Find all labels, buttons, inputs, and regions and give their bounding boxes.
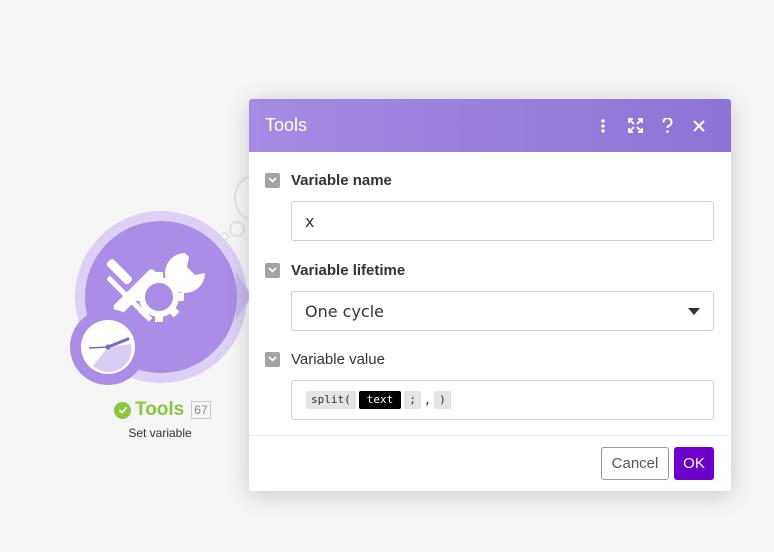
- clock-icon: [81, 320, 135, 374]
- module-title-row: Tools 67: [114, 399, 211, 421]
- expand-button[interactable]: [619, 110, 651, 142]
- collapse-toggle-variable-name[interactable]: [265, 172, 280, 188]
- caret-down-icon: [688, 307, 700, 315]
- formula-function-open[interactable]: split(: [306, 391, 356, 409]
- field-label-row: Variable value: [265, 349, 714, 369]
- check-icon: [114, 401, 131, 419]
- dialog-body: Variable name x Variable lifetime One cy…: [249, 152, 731, 435]
- module-title: Tools: [135, 399, 185, 420]
- close-button[interactable]: [683, 110, 715, 142]
- more-icon: [601, 118, 605, 133]
- variable-value-formula-input[interactable]: split( text ; , ): [291, 380, 714, 420]
- formula-variable-token[interactable]: text: [358, 391, 402, 409]
- dialog-header-actions: [587, 110, 715, 142]
- cancel-button[interactable]: Cancel: [601, 447, 669, 480]
- dialog-title: Tools: [265, 115, 308, 135]
- collapse-toggle-variable-lifetime[interactable]: [265, 262, 280, 278]
- variable-name-input[interactable]: x: [291, 201, 714, 241]
- field-variable-value: Variable value split( text ; , ): [265, 331, 714, 420]
- close-icon: [693, 119, 705, 132]
- help-icon: [662, 118, 672, 133]
- scenario-module: Tools 67 Set variable: [0, 0, 268, 460]
- variable-lifetime-value: One cycle: [305, 301, 385, 321]
- formula-comma: ,: [423, 393, 432, 407]
- ok-button[interactable]: OK: [674, 447, 714, 480]
- dialog-footer: Cancel OK: [249, 435, 731, 491]
- module-subtitle: Set variable: [128, 426, 192, 440]
- expand-icon: [627, 118, 643, 133]
- variable-name-label: Variable name: [291, 171, 392, 189]
- dialog-header: Tools: [249, 99, 731, 152]
- field-variable-name: Variable name x: [265, 152, 714, 241]
- tools-settings-dialog: Tools Variable name x Variable lifetime …: [249, 99, 731, 491]
- field-variable-lifetime: Variable lifetime One cycle: [265, 241, 714, 331]
- variable-lifetime-label: Variable lifetime: [291, 261, 406, 279]
- help-button[interactable]: [651, 110, 683, 142]
- formula-separator-token[interactable]: ;: [404, 391, 421, 409]
- module-id-badge: 67: [191, 401, 211, 419]
- variable-value-label: Variable value: [291, 350, 385, 368]
- chevron-down-icon: [268, 177, 277, 183]
- variable-lifetime-select[interactable]: One cycle: [291, 291, 714, 331]
- chevron-down-icon: [268, 267, 277, 273]
- field-label-row: Variable lifetime: [265, 260, 714, 280]
- collapse-toggle-variable-value[interactable]: [265, 351, 280, 367]
- field-label-row: Variable name: [265, 170, 714, 190]
- chevron-down-icon: [268, 356, 277, 362]
- formula-function-close[interactable]: ): [434, 391, 451, 409]
- schedule-badge[interactable]: [70, 309, 146, 385]
- connector-bubble-small: [229, 221, 245, 237]
- more-options-button[interactable]: [587, 110, 619, 142]
